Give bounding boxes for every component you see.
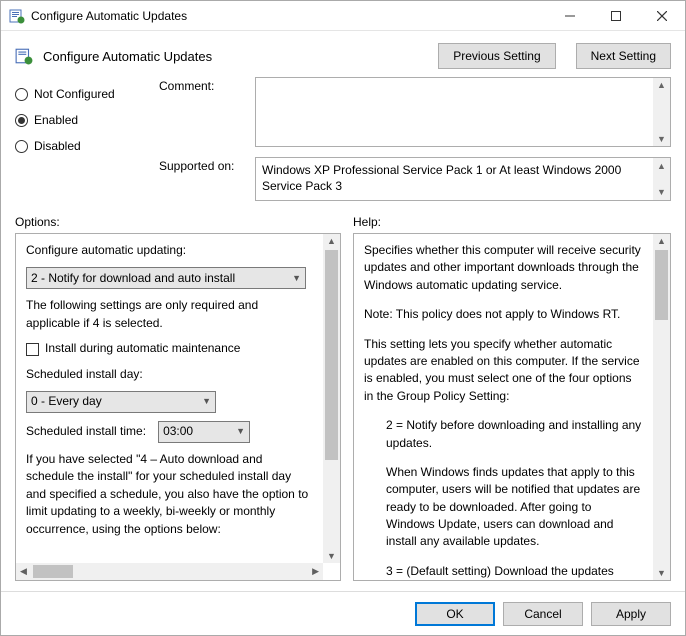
cancel-button[interactable]: Cancel — [503, 602, 583, 626]
install-day-combo[interactable]: 0 - Every day ▼ — [26, 391, 216, 413]
help-text: 2 = Notify before downloading and instal… — [364, 417, 643, 452]
radio-not-configured[interactable]: Not Configured — [15, 81, 145, 107]
maintenance-checkbox[interactable]: Install during automatic maintenance — [26, 340, 313, 357]
header-row: Configure Automatic Updates Previous Set… — [1, 31, 685, 77]
supported-on-text: Windows XP Professional Service Pack 1 o… — [262, 163, 621, 193]
help-pane: Specifies whether this computer will rec… — [353, 233, 671, 581]
supported-on-box: Windows XP Professional Service Pack 1 o… — [255, 157, 671, 201]
page-title: Configure Automatic Updates — [43, 49, 418, 64]
window-title: Configure Automatic Updates — [31, 9, 547, 23]
vertical-scrollbar[interactable]: ▲ ▼ — [323, 234, 340, 563]
apply-button[interactable]: Apply — [591, 602, 671, 626]
policy-icon — [9, 8, 25, 24]
close-button[interactable] — [639, 1, 685, 31]
dialog-window: Configure Automatic Updates Configure Au… — [0, 0, 686, 636]
install-day-label: Scheduled install day: — [26, 366, 313, 383]
chevron-up-icon: ▲ — [323, 234, 340, 248]
comment-label: Comment: — [159, 77, 249, 93]
comment-textarea[interactable]: ▲▼ — [255, 77, 671, 147]
checkbox-icon — [26, 343, 39, 356]
help-text: This setting lets you specify whether au… — [364, 336, 643, 406]
help-content: Specifies whether this computer will rec… — [354, 234, 653, 580]
scroll-thumb[interactable] — [325, 250, 338, 460]
previous-setting-button[interactable]: Previous Setting — [438, 43, 555, 69]
help-text: When Windows finds updates that apply to… — [364, 464, 643, 551]
supported-label: Supported on: — [159, 157, 249, 173]
install-time-combo[interactable]: 03:00 ▼ — [158, 421, 250, 443]
options-tail-text: If you have selected "4 – Auto download … — [26, 451, 313, 538]
chevron-up-icon: ▲ — [657, 78, 666, 92]
options-pane: Configure automatic updating: 2 - Notify… — [15, 233, 341, 581]
combo-value: 03:00 — [163, 423, 193, 440]
radio-icon — [15, 88, 28, 101]
radio-label: Enabled — [34, 113, 78, 127]
chevron-down-icon: ▼ — [653, 566, 670, 580]
chevron-down-icon: ▼ — [657, 184, 666, 200]
radio-icon — [15, 114, 28, 127]
scrollbar[interactable]: ▲▼ — [653, 78, 670, 146]
radio-label: Disabled — [34, 139, 81, 153]
configure-updating-combo[interactable]: 2 - Notify for download and auto install… — [26, 267, 306, 289]
horizontal-scrollbar[interactable]: ◀ ▶ — [16, 563, 323, 580]
pane-labels: Options: Help: — [1, 209, 685, 233]
combo-value: 0 - Every day — [31, 393, 102, 410]
chevron-up-icon: ▲ — [657, 158, 666, 174]
scroll-thumb[interactable] — [33, 565, 73, 578]
chevron-down-icon: ▼ — [323, 549, 340, 563]
options-label: Options: — [15, 215, 353, 229]
install-time-label: Scheduled install time: — [26, 423, 146, 440]
chevron-up-icon: ▲ — [653, 234, 670, 248]
chevron-down-icon: ▼ — [657, 132, 666, 146]
configure-updating-label: Configure automatic updating: — [26, 242, 313, 259]
radio-enabled[interactable]: Enabled — [15, 107, 145, 133]
help-label: Help: — [353, 215, 381, 229]
radio-disabled[interactable]: Disabled — [15, 133, 145, 159]
chevron-down-icon: ▼ — [292, 272, 301, 285]
install-time-row: Scheduled install time: 03:00 ▼ — [26, 421, 313, 443]
vertical-scrollbar[interactable]: ▲ ▼ — [653, 234, 670, 580]
ok-button[interactable]: OK — [415, 602, 495, 626]
combo-value: 2 - Notify for download and auto install — [31, 270, 235, 287]
maximize-button[interactable] — [593, 1, 639, 31]
chevron-left-icon: ◀ — [16, 564, 31, 579]
chevron-down-icon: ▼ — [236, 425, 245, 438]
options-note: The following settings are only required… — [26, 297, 313, 332]
help-text: 3 = (Default setting) Download the updat… — [364, 563, 643, 580]
dialog-footer: OK Cancel Apply — [1, 591, 685, 635]
radio-label: Not Configured — [34, 87, 115, 101]
options-content: Configure automatic updating: 2 - Notify… — [16, 234, 323, 563]
minimize-button[interactable] — [547, 1, 593, 31]
panes: Configure automatic updating: 2 - Notify… — [1, 233, 685, 591]
titlebar: Configure Automatic Updates — [1, 1, 685, 31]
help-text: Note: This policy does not apply to Wind… — [364, 306, 643, 323]
help-text: Specifies whether this computer will rec… — [364, 242, 643, 294]
chevron-down-icon: ▼ — [202, 395, 211, 408]
policy-icon — [15, 47, 33, 65]
chevron-right-icon: ▶ — [308, 564, 323, 579]
top-section: Not Configured Enabled Disabled Comment:… — [1, 77, 685, 209]
scrollbar[interactable]: ▲▼ — [653, 158, 670, 200]
next-setting-button[interactable]: Next Setting — [576, 43, 671, 69]
radio-icon — [15, 140, 28, 153]
checkbox-label: Install during automatic maintenance — [45, 341, 240, 355]
scroll-thumb[interactable] — [655, 250, 668, 320]
meta-column: Comment: ▲▼ Supported on: Windows XP Pro… — [159, 77, 671, 201]
state-column: Not Configured Enabled Disabled — [15, 77, 145, 201]
